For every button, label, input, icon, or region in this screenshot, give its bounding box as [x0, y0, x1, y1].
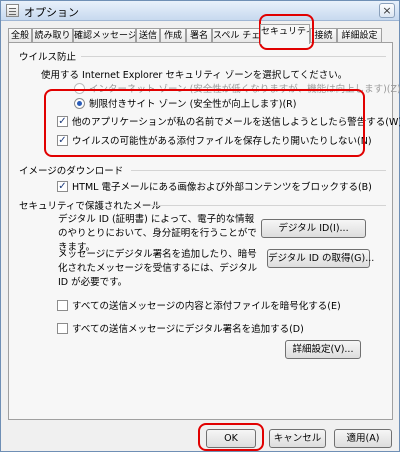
ok-button[interactable]: OK [206, 429, 256, 448]
block-attachments-label: ウイルスの可能性がある添付ファイルを保存したり開いたりしない(N) [72, 136, 372, 147]
restricted-zone-radio[interactable] [74, 98, 85, 109]
block-images-label: HTML 電子メールにある画像および外部コンテンツをブロックする(B) [72, 182, 372, 193]
tab-receipts[interactable]: 確認メッセージ [73, 28, 136, 43]
tab-compose[interactable]: 作成 [160, 28, 186, 43]
tab-strip: 全般 読み取り 確認メッセージ 送信 作成 署名 スペル チェック セキュリティ… [8, 24, 394, 44]
get-digital-id-button[interactable]: デジタル ID の取得(G)... [267, 249, 374, 268]
window-title: オプション [24, 6, 79, 19]
virus-group-label: ウイルス防止 [19, 52, 77, 63]
encrypt-all-checkbox[interactable] [57, 300, 68, 311]
cancel-button[interactable]: キャンセル [269, 429, 326, 448]
internet-zone-radio[interactable] [74, 83, 85, 94]
group-divider [131, 170, 386, 171]
tab-send[interactable]: 送信 [136, 28, 160, 43]
warn-other-apps-label: 他のアプリケーションが私の名前でメールを送信しようとしたら警告する(W) [72, 117, 400, 128]
internet-zone-label: インターネット ゾーン (安全性が低くなりますが、機能は向上します)(Z) [89, 84, 400, 95]
advanced-settings-button[interactable]: 詳細設定(V)... [285, 340, 361, 359]
title-bar: オプション × [1, 1, 399, 21]
block-images-checkbox[interactable]: ✓ [57, 181, 68, 192]
security-tab-panel: ウイルス防止 使用する Internet Explorer セキュリティ ゾーン… [8, 42, 400, 420]
zone-prompt: 使用する Internet Explorer セキュリティ ゾーンを選択してくだ… [41, 70, 348, 81]
sign-all-label: すべての送信メッセージにデジタル署名を追加する(D) [72, 324, 304, 335]
digital-id-button[interactable]: デジタル ID(I)... [261, 219, 366, 238]
options-window: オプション × 全般 読み取り 確認メッセージ 送信 作成 署名 スペル チェッ… [0, 0, 400, 452]
restricted-zone-label: 制限付きサイト ゾーン (安全性が向上します)(R) [89, 99, 297, 110]
tab-read[interactable]: 読み取り [32, 28, 73, 43]
apply-button[interactable]: 適用(A) [334, 429, 392, 448]
sign-all-checkbox[interactable] [57, 323, 68, 334]
tab-general[interactable]: 全般 [8, 28, 32, 43]
tab-connection[interactable]: 接続 [310, 28, 337, 43]
images-group-label: イメージのダウンロード [19, 166, 124, 177]
tab-spelling[interactable]: スペル チェック [212, 28, 260, 43]
tab-advanced[interactable]: 詳細設定 [337, 28, 382, 43]
secure-mail-group-label: セキュリティで保護されたメール [19, 201, 161, 212]
encrypt-all-label: すべての送信メッセージの内容と添付ファイルを暗号化する(E) [72, 301, 341, 312]
get-id-description: メッセージにデジタル署名を追加したり、暗号化されたメッセージを受信するには、デジ… [58, 249, 258, 288]
close-button[interactable]: × [379, 3, 395, 18]
warn-other-apps-checkbox[interactable]: ✓ [57, 116, 68, 127]
tab-signatures[interactable]: 署名 [186, 28, 212, 43]
tab-security[interactable]: セキュリティ [260, 24, 310, 44]
window-app-icon [6, 4, 19, 17]
group-divider [151, 205, 386, 206]
block-attachments-checkbox[interactable]: ✓ [57, 135, 68, 146]
group-divider [81, 56, 386, 57]
